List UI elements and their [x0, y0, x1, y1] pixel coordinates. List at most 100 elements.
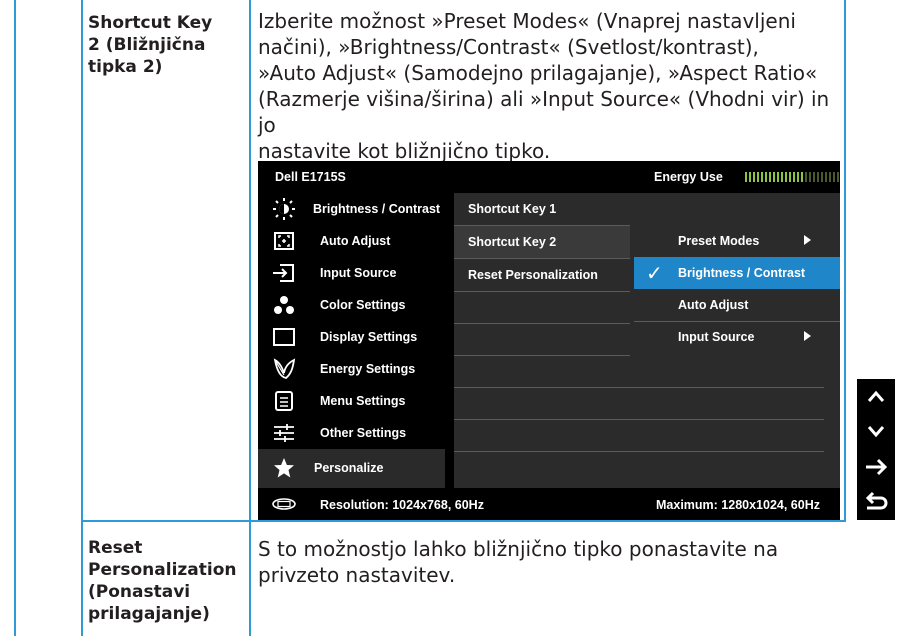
energy-segment [789, 172, 791, 182]
energy-segment [801, 172, 803, 182]
input-source-icon [273, 264, 294, 282]
energy-segment [777, 172, 779, 182]
brightness-icon [273, 198, 295, 220]
energy-segment [765, 172, 767, 182]
menu-item-label: Display Settings [320, 330, 418, 344]
energy-segment [825, 172, 827, 182]
menu-item-label: Other Settings [320, 426, 407, 440]
energy-segment [829, 172, 831, 182]
submenu-item-label: Shortcut Key 1 [468, 202, 557, 216]
energy-segment [781, 172, 783, 182]
desc-line: Izberite možnost »Preset Modes« (Vnaprej… [258, 9, 796, 33]
label-line: Shortcut Key [88, 13, 213, 33]
submenu-item-label: Reset Personalization [468, 268, 598, 282]
osd-navigation-buttons [857, 379, 895, 520]
option-brightness-contrast[interactable]: ✓ Brightness / Contrast [634, 257, 840, 289]
submenu-divider [454, 355, 630, 356]
submenu-item-shortcut-key-1[interactable]: Shortcut Key 1 [454, 193, 630, 225]
label-line: (Ponastavi [88, 582, 191, 602]
option-preset-modes[interactable]: Preset Modes [634, 225, 840, 257]
table-col-divider-2 [249, 0, 251, 636]
up-arrow-icon[interactable] [857, 379, 895, 414]
desc-line: načini), »Brightness/Contrast« (Svetlost… [258, 35, 759, 59]
submenu-arrow-icon [804, 235, 811, 245]
desc-line: privzeto nastavitev. [258, 563, 456, 587]
display-settings-icon [273, 328, 295, 346]
menu-item-label: Energy Settings [320, 362, 416, 376]
energy-segment [805, 172, 807, 182]
energy-segment [833, 172, 835, 182]
option-label: Preset Modes [678, 234, 760, 248]
submenu-item-reset-personalization[interactable]: Reset Personalization [454, 259, 630, 291]
submenu-arrow-icon [804, 331, 811, 341]
desc-line: »Auto Adjust« (Samodejno prilagajanje), … [258, 61, 818, 85]
menu-item-color-settings[interactable]: Color Settings [258, 289, 445, 321]
energy-use-label: Energy Use [654, 170, 723, 184]
energy-segment [761, 172, 763, 182]
option-input-source[interactable]: Input Source [634, 321, 840, 353]
menu-item-label: Brightness / Contrast [313, 202, 441, 216]
menu-item-auto-adjust[interactable]: Auto Adjust [258, 225, 445, 257]
energy-segment [793, 172, 795, 182]
submenu-item-shortcut-key-2[interactable]: Shortcut Key 2 [454, 226, 630, 258]
menu-item-menu-settings[interactable]: Menu Settings [258, 385, 445, 417]
label-line: 2 (Bližnjična [88, 35, 206, 55]
resolution-text: Resolution: 1024x768, 60Hz [320, 498, 484, 512]
option-label: Brightness / Contrast [678, 266, 806, 280]
menu-item-label: Color Settings [320, 298, 406, 312]
down-arrow-icon[interactable] [857, 414, 895, 449]
menu-item-label: Menu Settings [320, 394, 406, 408]
row-desc-reset-personalization: S to možnostjo lahko bližnjično tipko po… [258, 536, 848, 588]
menu-item-label: Personalize [314, 461, 384, 475]
other-settings-icon [274, 424, 294, 442]
energy-segment [773, 172, 775, 182]
menu-item-input-source[interactable]: Input Source [258, 257, 445, 289]
back-icon[interactable] [857, 484, 895, 519]
menu-item-personalize[interactable]: Personalize [258, 449, 445, 488]
energy-segment [797, 172, 799, 182]
menu-item-other-settings[interactable]: Other Settings [258, 417, 445, 449]
energy-settings-icon [273, 358, 296, 379]
desc-line: (Razmerje višina/širina) ali »Input Sour… [258, 87, 830, 137]
row-desc-shortcut-key-2: Izberite možnost »Preset Modes« (Vnaprej… [258, 8, 848, 164]
osd-footer: Resolution: 1024x768, 60Hz Maximum: 1280… [258, 488, 840, 520]
star-icon [274, 458, 294, 478]
energy-segment [817, 172, 819, 182]
osd-main-menu: Brightness / Contrast Auto Adjust Input … [258, 193, 445, 488]
energy-segment [753, 172, 755, 182]
menu-item-display-settings[interactable]: Display Settings [258, 321, 445, 353]
energy-use-meter [745, 172, 839, 182]
maximum-resolution-text: Maximum: 1280x1024, 60Hz [656, 498, 820, 512]
option-label: Input Source [678, 330, 755, 344]
label-line: Personalization [88, 560, 237, 580]
option-auto-adjust[interactable]: Auto Adjust [634, 289, 840, 321]
option-label: Auto Adjust [678, 298, 749, 312]
menu-item-energy-settings[interactable]: Energy Settings [258, 353, 445, 385]
label-line: Reset [88, 538, 143, 558]
row-label-reset-personalization: Reset Personalization (Ponastavi prilaga… [88, 537, 248, 625]
energy-segment [813, 172, 815, 182]
energy-segment [785, 172, 787, 182]
energy-segment [837, 172, 839, 182]
menu-settings-icon [275, 391, 293, 411]
osd-menu-screenshot: Dell E1715S Energy Use Brightness / Cont… [258, 161, 840, 520]
osd-options-panel: Preset Modes ✓ Brightness / Contrast Aut… [634, 225, 840, 353]
resolution-icon [272, 498, 296, 510]
energy-segment [769, 172, 771, 182]
menu-item-label: Input Source [320, 266, 397, 280]
row-label-shortcut-key-2: Shortcut Key 2 (Bližnjična tipka 2) [88, 12, 248, 78]
energy-segment [749, 172, 751, 182]
submenu-divider [454, 387, 824, 388]
menu-item-brightness-contrast[interactable]: Brightness / Contrast [258, 193, 445, 225]
table-row-divider [81, 520, 846, 522]
desc-line: S to možnostjo lahko bližnjično tipko po… [258, 537, 779, 561]
menu-item-label: Auto Adjust [320, 234, 391, 248]
color-settings-icon [274, 296, 294, 314]
checkmark-icon: ✓ [646, 263, 663, 285]
auto-adjust-icon [274, 232, 294, 250]
right-arrow-icon[interactable] [857, 449, 895, 484]
osd-header: Dell E1715S Energy Use [258, 161, 840, 193]
osd-model-name: Dell E1715S [275, 170, 346, 184]
energy-segment [809, 172, 811, 182]
label-line: prilagajanje) [88, 604, 210, 624]
